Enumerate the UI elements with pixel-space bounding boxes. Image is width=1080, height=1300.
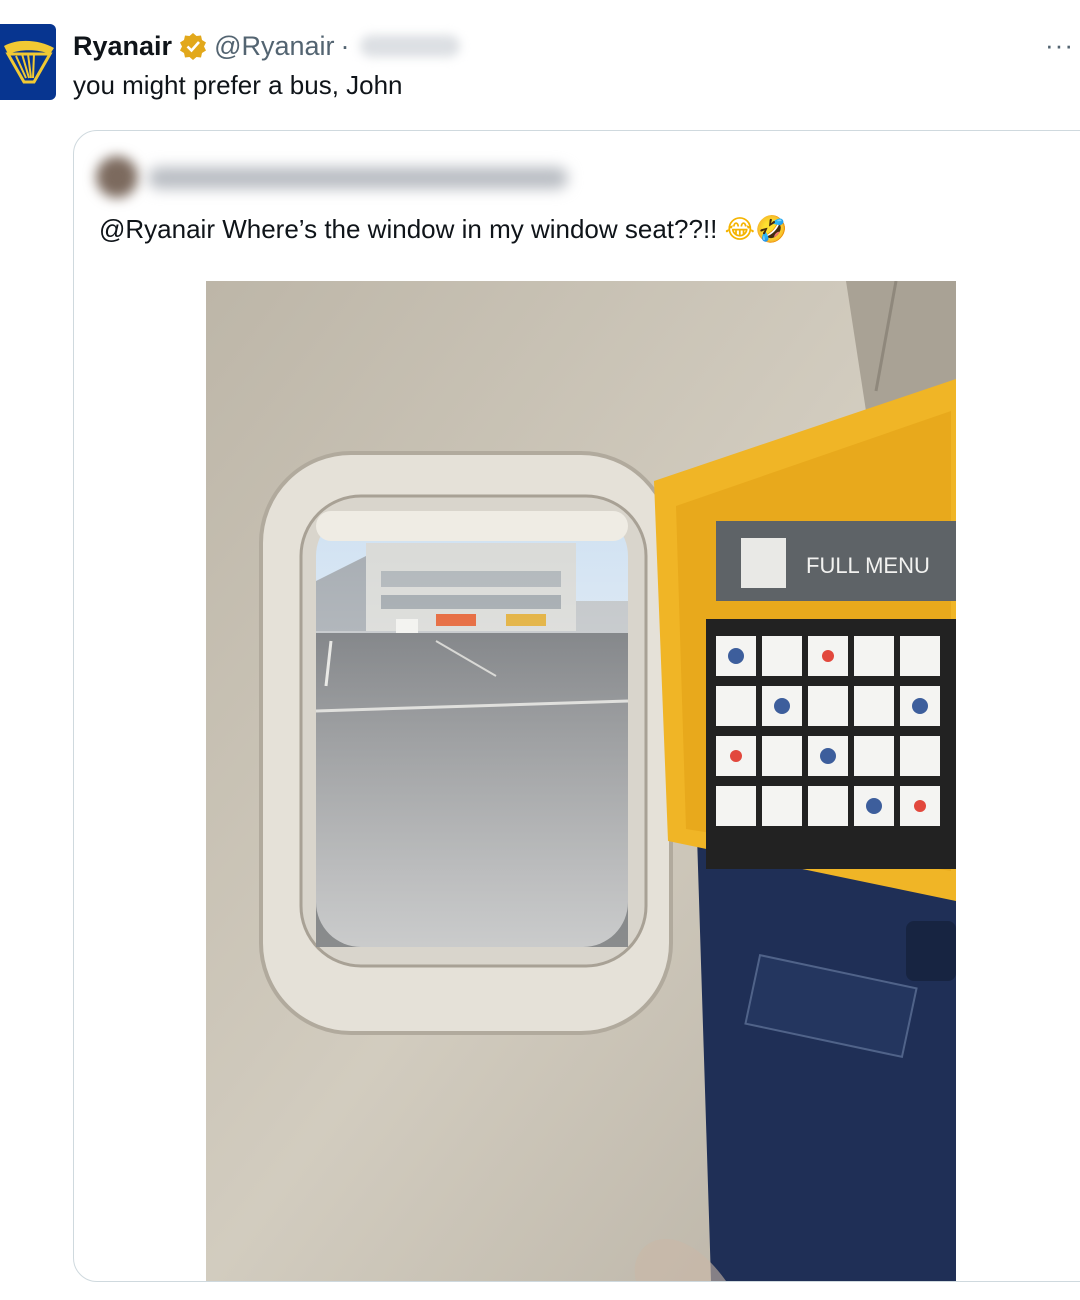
verified-badge-icon	[180, 33, 207, 60]
quoted-tweet-header-redacted	[96, 151, 576, 201]
separator-dot: ·	[340, 30, 350, 61]
full-menu-label: FULL MENU	[806, 553, 930, 578]
quoted-text: @Ryanair Where’s the window in my window…	[99, 214, 725, 244]
tweet-header: Ryanair @Ryanair ·	[73, 26, 460, 66]
author-name[interactable]: Ryanair	[73, 31, 172, 62]
timestamp-redacted	[359, 35, 460, 57]
tweet-photo[interactable]: FULL MENU	[206, 281, 956, 1281]
quoted-avatar	[96, 156, 138, 198]
more-options-icon[interactable]: ···	[1045, 30, 1074, 61]
avatar[interactable]	[0, 24, 56, 100]
quoted-tweet[interactable]: @Ryanair Where’s the window in my window…	[73, 130, 1080, 1282]
quoted-author-redacted	[148, 167, 568, 189]
airplane-window-photo: FULL MENU	[206, 281, 956, 1281]
ryanair-harp-logo-icon	[4, 40, 54, 84]
tweet-text: you might prefer a bus, John	[73, 70, 403, 100]
emoji: 😂🤣	[724, 215, 788, 245]
author-handle[interactable]: @Ryanair	[214, 31, 334, 62]
quoted-tweet-text: @Ryanair Where’s the window in my window…	[99, 214, 787, 245]
